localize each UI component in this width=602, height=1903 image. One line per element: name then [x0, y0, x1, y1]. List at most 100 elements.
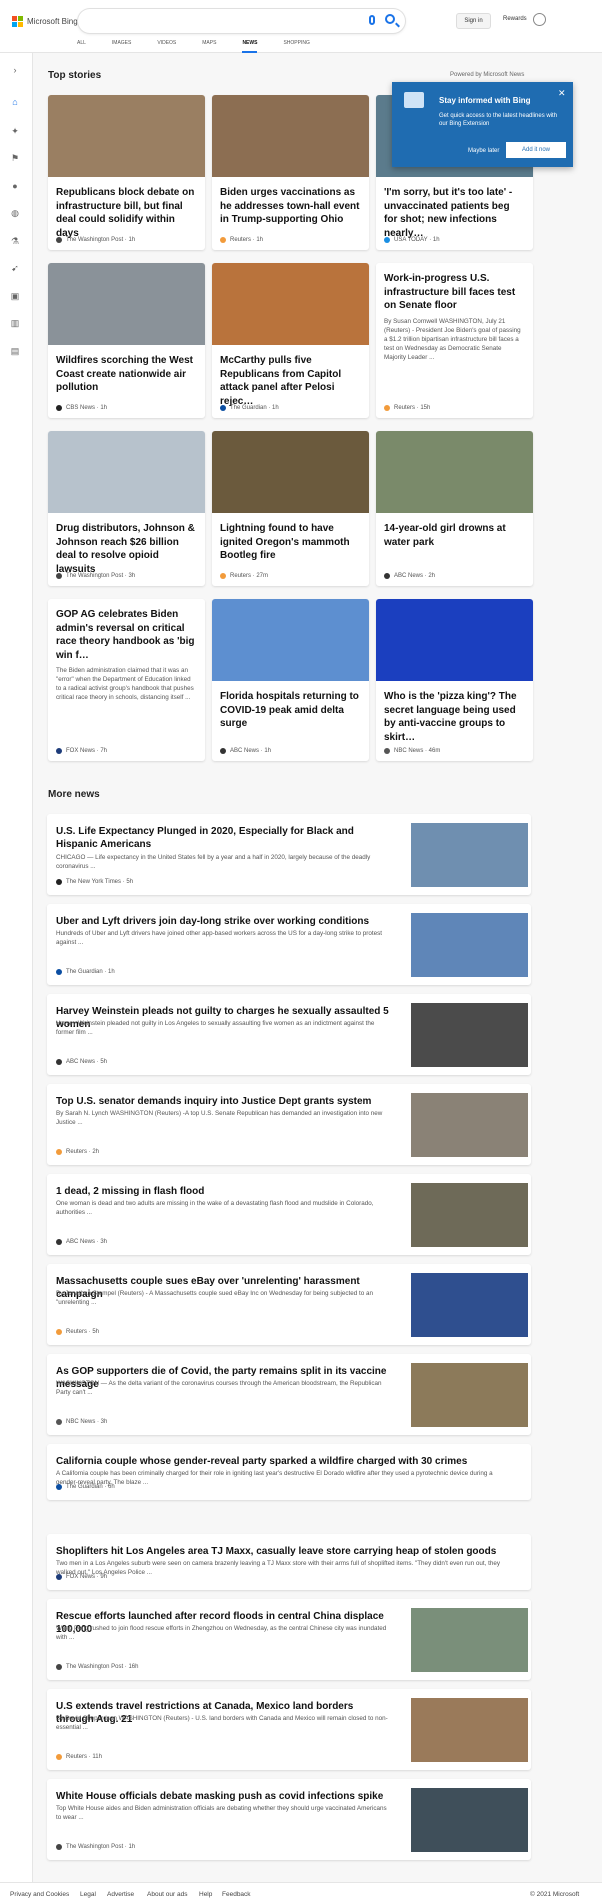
news-thumbnail[interactable]	[411, 1608, 528, 1672]
source-label: FOX News · 7h	[66, 748, 108, 754]
story-title[interactable]: McCarthy pulls five Republicans from Cap…	[220, 354, 361, 408]
news-title[interactable]: Uber and Lyft drivers join day-long stri…	[56, 915, 391, 928]
footer-link[interactable]: Legal	[80, 1891, 96, 1898]
news-row[interactable]: Harvey Weinstein pleads not guilty to ch…	[47, 994, 531, 1075]
story-image[interactable]	[376, 599, 533, 681]
news-title[interactable]: U.S. Life Expectancy Plunged in 2020, Es…	[56, 825, 391, 851]
microphone-icon[interactable]	[369, 15, 375, 25]
tab-videos[interactable]: VIDEOS	[157, 40, 176, 51]
news-thumbnail[interactable]	[411, 913, 528, 977]
story-title[interactable]: Lightning found to have ignited Oregon's…	[220, 522, 361, 563]
source-label: The New York Times · 5h	[66, 879, 134, 885]
story-title[interactable]: Florida hospitals returning to COVID-19 …	[220, 690, 361, 731]
rewards-medal-icon[interactable]	[533, 13, 546, 26]
news-thumbnail[interactable]	[411, 823, 528, 887]
story-card[interactable]: Drug distributors, Johnson & Johnson rea…	[48, 431, 205, 586]
footer-link[interactable]: Advertise	[107, 1891, 134, 1898]
tab-maps[interactable]: MAPS	[202, 40, 216, 51]
story-title[interactable]: Republicans block debate on infrastructu…	[56, 186, 197, 240]
footer-link[interactable]: Privacy and Cookies	[10, 1891, 69, 1898]
story-image[interactable]	[376, 431, 533, 513]
flag-icon[interactable]: ⚑	[10, 153, 20, 163]
footer-link[interactable]: About our ads	[147, 1891, 187, 1898]
story-image[interactable]	[212, 431, 369, 513]
story-card[interactable]: Who is the 'pizza king'? The secret lang…	[376, 599, 533, 761]
story-image[interactable]	[48, 263, 205, 345]
story-image[interactable]	[48, 431, 205, 513]
news-row[interactable]: California couple whose gender-reveal pa…	[47, 1444, 531, 1500]
story-image[interactable]	[48, 95, 205, 177]
source-label: The Washington Post · 16h	[66, 1664, 139, 1670]
story-card[interactable]: Florida hospitals returning to COVID-19 …	[212, 599, 369, 761]
tab-images[interactable]: IMAGES	[112, 40, 131, 51]
news-row[interactable]: Uber and Lyft drivers join day-long stri…	[47, 904, 531, 985]
news-row[interactable]: Massachusetts couple sues eBay over 'unr…	[47, 1264, 531, 1345]
story-title[interactable]: Who is the 'pizza king'? The secret lang…	[384, 690, 525, 744]
tab-shopping[interactable]: SHOPPING	[283, 40, 309, 51]
story-title[interactable]: Biden urges vaccinations as he addresses…	[220, 186, 361, 227]
story-title[interactable]: 'I'm sorry, but it's too late' - unvacci…	[384, 186, 525, 240]
close-icon[interactable]: ✕	[558, 88, 566, 99]
entertainment-icon[interactable]: ▣	[10, 291, 20, 301]
story-title[interactable]: GOP AG celebrates Biden admin's reversal…	[56, 608, 197, 662]
story-image[interactable]	[212, 263, 369, 345]
news-row[interactable]: White House officials debate masking pus…	[47, 1779, 531, 1860]
add-it-now-button[interactable]: Add it now	[506, 142, 566, 158]
globe-icon[interactable]: ◍	[10, 208, 20, 218]
news-row[interactable]: 1 dead, 2 missing in flash flood One woma…	[47, 1174, 531, 1255]
news-thumbnail[interactable]	[411, 1183, 528, 1247]
news-source: Reuters · 11h	[56, 1754, 102, 1760]
story-image[interactable]	[212, 95, 369, 177]
business-icon[interactable]: ▥	[10, 318, 20, 328]
story-image[interactable]	[212, 599, 369, 681]
home-icon[interactable]: ⌂	[10, 97, 20, 107]
news-row[interactable]: Rescue efforts launched after record flo…	[47, 1599, 531, 1680]
news-row[interactable]: Shoplifters hit Los Angeles area TJ Maxx…	[47, 1534, 531, 1590]
news-title[interactable]: California couple whose gender-reveal pa…	[56, 1455, 516, 1468]
story-title[interactable]: 14-year-old girl drowns at water park	[384, 522, 525, 549]
footer-link[interactable]: Help	[199, 1891, 212, 1898]
sign-in-button[interactable]: Sign in	[456, 13, 491, 29]
news-row[interactable]: U.S extends travel restrictions at Canad…	[47, 1689, 531, 1770]
bing-logo[interactable]: Microsoft Bing	[12, 15, 78, 27]
news-title[interactable]: Shoplifters hit Los Angeles area TJ Maxx…	[56, 1545, 516, 1558]
search-icon[interactable]	[385, 14, 395, 24]
news-thumbnail[interactable]	[411, 1093, 528, 1157]
news-thumbnail[interactable]	[411, 1788, 528, 1852]
source-label: Reuters · 27m	[230, 573, 269, 579]
tab-all[interactable]: ALL	[77, 40, 86, 51]
news-row[interactable]: As GOP supporters die of Covid, the part…	[47, 1354, 531, 1435]
story-title[interactable]: Wildfires scorching the West Coast creat…	[56, 354, 197, 395]
trending-icon[interactable]: ✦	[10, 126, 20, 136]
news-thumbnail[interactable]	[411, 1273, 528, 1337]
story-card[interactable]: McCarthy pulls five Republicans from Cap…	[212, 263, 369, 418]
rewards-link[interactable]: Rewards	[503, 16, 527, 22]
news-row[interactable]: Top U.S. senator demands inquiry into Ju…	[47, 1084, 531, 1165]
money-icon[interactable]: ▤	[10, 346, 20, 356]
story-card[interactable]: Lightning found to have ignited Oregon's…	[212, 431, 369, 586]
news-title[interactable]: Top U.S. senator demands inquiry into Ju…	[56, 1095, 391, 1108]
story-card[interactable]: Wildfires scorching the West Coast creat…	[48, 263, 205, 418]
story-card[interactable]: Biden urges vaccinations as he addresses…	[212, 95, 369, 250]
search-input[interactable]	[78, 9, 405, 33]
news-thumbnail[interactable]	[411, 1363, 528, 1427]
news-title[interactable]: 1 dead, 2 missing in flash flood	[56, 1185, 391, 1198]
rocket-icon[interactable]: ➹	[10, 263, 20, 273]
story-title[interactable]: Work-in-progress U.S. infrastructure bil…	[384, 272, 525, 313]
story-card[interactable]: Republicans block debate on infrastructu…	[48, 95, 205, 250]
maybe-later-button[interactable]: Maybe later	[468, 148, 499, 154]
tab-news[interactable]: NEWS	[242, 40, 258, 53]
science-icon[interactable]: ⚗	[10, 236, 20, 246]
story-title[interactable]: Drug distributors, Johnson & Johnson rea…	[56, 522, 197, 576]
news-thumbnail[interactable]	[411, 1003, 528, 1067]
footer-link[interactable]: Feedback	[222, 1891, 251, 1898]
news-title[interactable]: White House officials debate masking pus…	[56, 1790, 391, 1803]
news-row[interactable]: U.S. Life Expectancy Plunged in 2020, Es…	[47, 814, 531, 895]
story-source: The Washington Post · 1h	[56, 237, 135, 243]
story-card[interactable]: Work-in-progress U.S. infrastructure bil…	[376, 263, 533, 418]
story-card[interactable]: GOP AG celebrates Biden admin's reversal…	[48, 599, 205, 761]
news-thumbnail[interactable]	[411, 1698, 528, 1762]
story-card[interactable]: 14-year-old girl drowns at water park ABC…	[376, 431, 533, 586]
expand-icon[interactable]: ›	[10, 65, 20, 75]
location-icon[interactable]: ●	[10, 181, 20, 191]
